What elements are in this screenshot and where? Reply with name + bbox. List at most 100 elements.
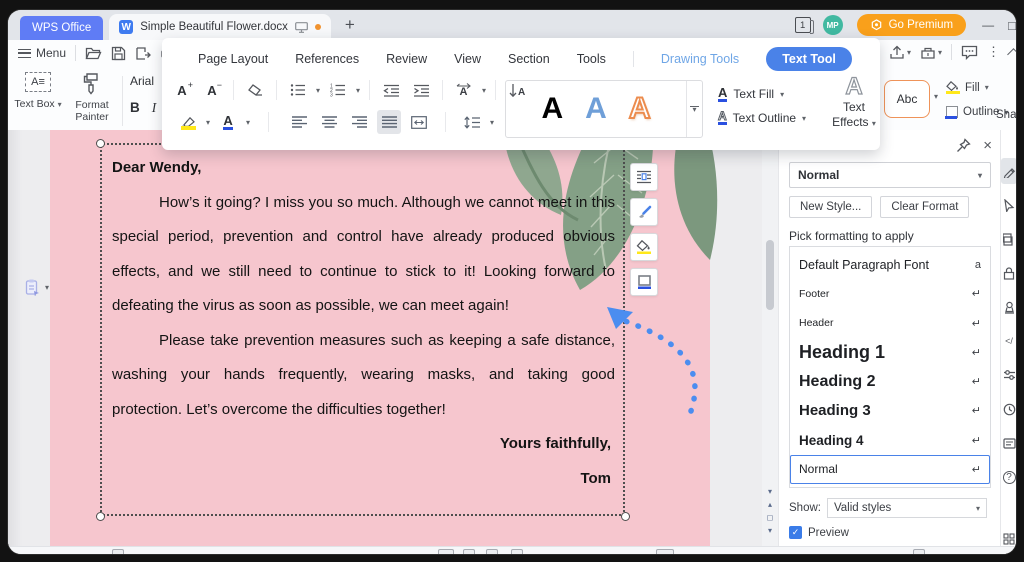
status-icon-stub[interactable] — [438, 549, 454, 554]
new-tab-button[interactable]: + — [345, 15, 355, 35]
status-icon-stub[interactable] — [486, 549, 498, 554]
tab-view[interactable]: View — [454, 52, 481, 66]
close-panel-icon[interactable]: × — [983, 140, 992, 152]
align-right-button[interactable] — [347, 110, 371, 134]
style-item-heading-3[interactable]: Heading 3↵ — [790, 396, 990, 425]
page-count-badge[interactable]: 1 — [795, 17, 811, 33]
decrease-indent-button[interactable] — [379, 78, 403, 102]
shape-style-preview[interactable]: Abc — [884, 80, 930, 118]
tab-page-layout[interactable]: Page Layout — [198, 52, 268, 66]
letter-line: Please take prevention measures such as … — [112, 324, 615, 359]
code-icon[interactable]: </ — [1001, 328, 1016, 354]
style-item-footer[interactable]: Footer↵ — [790, 279, 990, 308]
tab-tools[interactable]: Tools — [577, 52, 606, 66]
distribute-button[interactable] — [407, 110, 431, 134]
pickup-box-button[interactable]: ▾ — [920, 45, 942, 60]
user-avatar[interactable]: MP — [823, 15, 843, 35]
pin-panel-icon[interactable] — [956, 138, 971, 153]
export-pdf-icon[interactable] — [135, 46, 151, 61]
highlight-color-button[interactable] — [176, 110, 200, 134]
font-color-button[interactable]: A — [216, 110, 240, 134]
decrease-font-button[interactable]: A− — [200, 78, 224, 102]
text-outline-button[interactable]: A Text Outline ▾ — [718, 106, 806, 130]
wordart-preset-blue[interactable]: A — [585, 94, 607, 124]
text-fill-button[interactable]: A Text Fill ▾ — [718, 82, 806, 106]
outline-color-button[interactable] — [630, 268, 658, 296]
present-monitor-icon[interactable] — [295, 22, 308, 33]
align-left-button[interactable] — [287, 110, 311, 134]
wps-office-button[interactable]: WPS Office — [20, 16, 103, 40]
increase-indent-button[interactable] — [409, 78, 433, 102]
letter-line: protection. Let’s overcome the difficult… — [112, 393, 615, 428]
tab-review[interactable]: Review — [386, 52, 427, 66]
new-style-button[interactable]: New Style... — [789, 196, 872, 218]
card-panel-icon[interactable] — [1001, 430, 1016, 456]
style-item-heading-2[interactable]: Heading 2↵ — [790, 367, 990, 396]
clear-format-eraser-button[interactable] — [243, 78, 267, 102]
stamp-icon[interactable] — [1001, 294, 1016, 320]
align-center-button[interactable] — [317, 110, 341, 134]
tab-references[interactable]: References — [295, 52, 359, 66]
preview-checkbox[interactable]: ✓ — [789, 526, 802, 539]
justify-button[interactable] — [377, 110, 401, 134]
resize-handle-top-left[interactable] — [96, 139, 105, 148]
text-effects-button[interactable]: A Text Effects ▾ — [830, 74, 878, 131]
shape-effects-button[interactable]: Shape — [996, 109, 1016, 121]
style-item-default-paragraph-font[interactable]: Default Paragraph Fonta — [790, 250, 990, 279]
style-brush-button[interactable] — [630, 198, 658, 226]
numbered-list-button[interactable]: 123 — [326, 78, 350, 102]
minimize-button[interactable]: — — [982, 18, 994, 32]
status-icon-stub[interactable] — [463, 549, 475, 554]
show-styles-dropdown[interactable]: Valid styles▾ — [827, 498, 987, 518]
edit-pencil-icon[interactable] — [1001, 158, 1016, 184]
document-tab[interactable]: W Simple Beautiful Flower.docx — [109, 14, 331, 40]
letter-text[interactable]: Dear Wendy, How’s it going? I miss you s… — [102, 145, 623, 496]
save-icon[interactable] — [111, 46, 126, 61]
style-item-heading-4[interactable]: Heading 4↵ — [790, 426, 990, 455]
history-clock-icon[interactable] — [1001, 396, 1016, 422]
settings-sliders-icon[interactable] — [1001, 362, 1016, 388]
fill-color-button[interactable] — [630, 233, 658, 261]
shape-style-more-icon[interactable]: ▾ — [934, 92, 938, 101]
browse-object-buttons[interactable]: ▾▴◻▾ — [762, 485, 778, 537]
status-icon-stub[interactable] — [913, 549, 925, 554]
maximize-button[interactable]: □ — [1008, 18, 1016, 33]
wordart-preset-orange[interactable]: A — [629, 94, 651, 124]
layout-options-button[interactable] — [630, 163, 658, 191]
open-file-icon[interactable] — [85, 46, 102, 61]
wordart-preset-black[interactable]: A — [541, 94, 563, 124]
resize-handle-bottom-left[interactable] — [96, 512, 105, 521]
tab-drawing-tools[interactable]: Drawing Tools — [661, 52, 739, 66]
line-spacing-button[interactable] — [460, 110, 484, 134]
dashed-arrow-shape[interactable] — [603, 305, 703, 420]
comment-icon[interactable] — [961, 45, 978, 60]
paste-options-button[interactable]: ▾ — [24, 278, 49, 296]
status-icon-stub[interactable] — [112, 549, 124, 554]
lock-icon[interactable] — [1001, 260, 1016, 286]
style-item-header[interactable]: Header↵ — [790, 309, 990, 338]
tab-text-tool[interactable]: Text Tool — [766, 47, 852, 71]
wordart-gallery-more-button[interactable]: ▾ — [686, 81, 702, 137]
current-style-dropdown[interactable]: Normal ▾ — [789, 162, 991, 188]
increase-font-button[interactable]: A+ — [170, 78, 194, 102]
share-button[interactable]: ▾ — [889, 45, 911, 60]
style-item-heading-1[interactable]: Heading 1↵ — [790, 338, 990, 367]
select-cursor-icon[interactable] — [1001, 192, 1016, 218]
resize-handle-bottom-right[interactable] — [621, 512, 630, 521]
style-item-normal[interactable]: Normal↵ — [790, 455, 990, 484]
go-premium-button[interactable]: Go Premium — [857, 14, 967, 36]
clear-format-button[interactable]: Clear Format — [880, 196, 969, 218]
format-row-2: ▾ A▾ ▾ — [176, 110, 494, 134]
status-icon-stub[interactable] — [656, 549, 674, 554]
text-direction-button[interactable]: A — [452, 78, 476, 102]
menu-button[interactable]: Menu — [18, 46, 66, 60]
help-icon[interactable]: ? — [1001, 464, 1016, 490]
bullet-list-button[interactable] — [286, 78, 310, 102]
status-icon-stub[interactable] — [511, 549, 523, 554]
collapse-ribbon-icon[interactable] — [1007, 48, 1016, 61]
more-options-icon[interactable]: ⋮ — [987, 44, 1000, 60]
scrollbar-thumb[interactable] — [766, 240, 774, 310]
tab-section[interactable]: Section — [508, 52, 550, 66]
shape-fill-button[interactable]: Fill▾ — [946, 81, 989, 94]
copy-pages-icon[interactable] — [1001, 226, 1016, 252]
